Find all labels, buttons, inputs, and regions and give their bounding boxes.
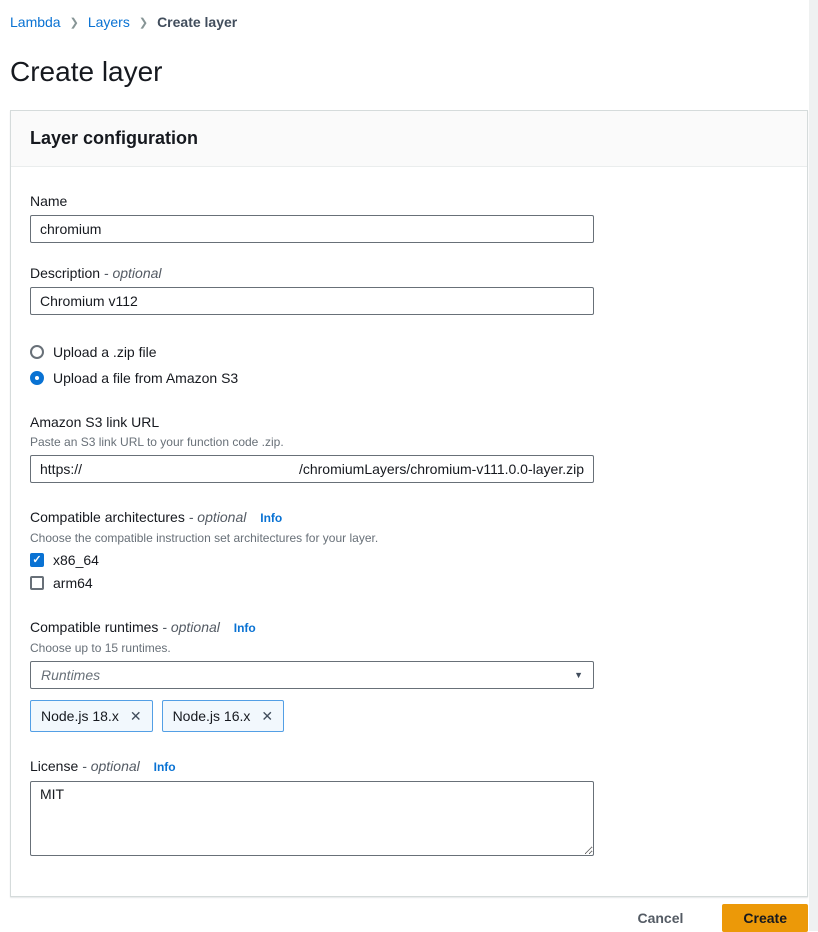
page-container: Lambda ❯ Layers ❯ Create layer Create la… (10, 0, 808, 932)
description-label-text: Description (30, 265, 100, 281)
panel-title: Layer configuration (30, 128, 198, 148)
breadcrumb: Lambda ❯ Layers ❯ Create layer (10, 14, 808, 31)
radio-selected-icon[interactable] (30, 371, 44, 385)
footer-actions: Cancel Create (10, 904, 808, 932)
scrollbar-gutter[interactable] (809, 0, 818, 931)
license-optional-suffix: - optional (82, 758, 140, 774)
s3-url-help: Paste an S3 link URL to your function co… (30, 434, 787, 450)
architectures-optional-suffix: - optional (189, 509, 247, 525)
runtime-token-nodejs-16: Node.js 16.x ✕ (162, 700, 285, 732)
panel-body: Name Description - optional Upload a .zi… (11, 167, 807, 896)
breadcrumb-current: Create layer (157, 14, 237, 31)
breadcrumb-layers[interactable]: Layers (88, 14, 130, 31)
runtimes-help: Choose up to 15 runtimes. (30, 640, 787, 656)
checkbox-arm64[interactable]: arm64 (30, 574, 787, 592)
cancel-button[interactable]: Cancel (631, 909, 689, 927)
name-input[interactable] (30, 215, 594, 243)
layer-configuration-panel: Layer configuration Name Description - o… (10, 110, 808, 897)
runtimes-info-link[interactable]: Info (234, 621, 256, 635)
architectures-info-link[interactable]: Info (260, 511, 282, 525)
license-label: License - optional Info (30, 758, 787, 776)
description-optional-suffix: - optional (104, 265, 162, 281)
name-label: Name (30, 193, 787, 210)
runtimes-label: Compatible runtimes - optional Info (30, 619, 787, 637)
runtimes-label-text: Compatible runtimes (30, 619, 158, 635)
panel-header: Layer configuration (11, 111, 807, 167)
upload-source-radio-group: Upload a .zip file Upload a file from Am… (30, 342, 787, 388)
chevron-right-icon: ❯ (70, 15, 79, 32)
chevron-right-icon: ❯ (139, 15, 148, 32)
breadcrumb-lambda[interactable]: Lambda (10, 14, 61, 31)
caret-down-icon: ▼ (574, 670, 583, 680)
license-label-text: License (30, 758, 78, 774)
runtimes-select-placeholder: Runtimes (41, 667, 100, 683)
runtime-token-nodejs-18: Node.js 18.x ✕ (30, 700, 153, 732)
checkbox-unchecked-icon[interactable] (30, 576, 44, 590)
architectures-label: Compatible architectures - optional Info (30, 509, 787, 527)
close-icon[interactable]: ✕ (130, 706, 142, 726)
architectures-label-text: Compatible architectures (30, 509, 185, 525)
runtime-token-label: Node.js 18.x (41, 706, 119, 726)
runtime-token-row: Node.js 18.x ✕ Node.js 16.x ✕ (30, 700, 787, 732)
s3-url-value-prefix: https:// (40, 461, 82, 477)
license-info-link[interactable]: Info (154, 760, 176, 774)
architectures-help: Choose the compatible instruction set ar… (30, 530, 787, 546)
checkbox-checked-icon[interactable]: ✓ (30, 553, 44, 567)
radio-upload-zip-label: Upload a .zip file (53, 344, 157, 361)
s3-url-label: Amazon S3 link URL (30, 414, 787, 431)
s3-url-value-suffix: /chromiumLayers/chromium-v111.0.0-layer.… (299, 461, 584, 477)
page-title: Create layer (10, 56, 808, 88)
runtimes-optional-suffix: - optional (162, 619, 220, 635)
runtime-token-label: Node.js 16.x (173, 706, 251, 726)
checkbox-x86-64-label: x86_64 (53, 552, 99, 569)
description-input[interactable] (30, 287, 594, 315)
description-label: Description - optional (30, 265, 787, 282)
close-icon[interactable]: ✕ (261, 706, 273, 726)
runtimes-select[interactable]: Runtimes ▼ (30, 661, 594, 689)
license-textarea[interactable]: MIT (30, 781, 594, 856)
radio-unselected-icon[interactable] (30, 345, 44, 359)
radio-upload-s3[interactable]: Upload a file from Amazon S3 (30, 368, 787, 388)
checkbox-x86-64[interactable]: ✓ x86_64 (30, 551, 787, 569)
s3-url-input[interactable]: https:// /chromiumLayers/chromium-v111.0… (30, 455, 594, 483)
radio-upload-zip[interactable]: Upload a .zip file (30, 342, 787, 362)
checkbox-arm64-label: arm64 (53, 575, 93, 592)
create-button[interactable]: Create (722, 904, 808, 932)
radio-upload-s3-label: Upload a file from Amazon S3 (53, 370, 238, 387)
